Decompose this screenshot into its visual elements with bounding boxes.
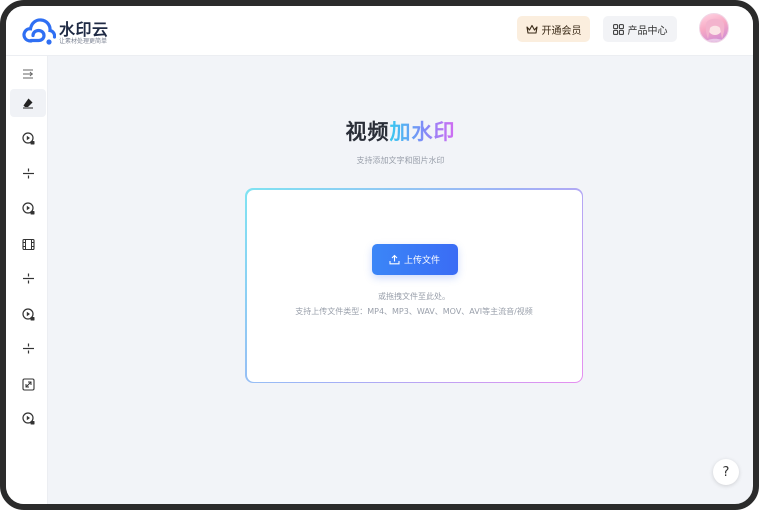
upload-icon (389, 254, 400, 264)
header-bar: 水印云 让素材处理更简单 开通会员 产品中心 (6, 6, 753, 56)
resize-icon (21, 377, 35, 391)
cloud-logo-icon (22, 18, 56, 45)
main-content: 视频加水印 支持添加文字和图片水印 上传文件 或拖拽文件至此处。 支持上传文件类… (48, 56, 753, 504)
upload-button-label: 上传文件 (403, 255, 440, 266)
play-ai-icon (21, 201, 34, 214)
help-icon: ? (722, 464, 730, 480)
grid-icon (612, 23, 624, 35)
vip-label: 开通会员 (541, 25, 582, 37)
crown-icon (525, 24, 538, 34)
avatar[interactable] (699, 13, 729, 43)
sidebar-item-video-ai-4[interactable] (10, 404, 46, 432)
play-ai-icon (21, 131, 34, 144)
sidebar-item-video-ai-1[interactable] (10, 124, 46, 152)
logo[interactable]: 水印云 让素材处理更简单 (22, 14, 132, 48)
page-title-part2: 加水印 (389, 120, 456, 144)
sidebar-item-split-1[interactable] (10, 159, 46, 187)
page-subtitle: 支持添加文字和图片水印 (356, 156, 445, 165)
menu-collapse-icon (23, 69, 33, 79)
app-window: 水印云 让素材处理更简单 开通会员 产品中心 视频加水印 支持添加文字和图片水印… (0, 0, 759, 510)
sidebar-item-resize[interactable] (10, 370, 46, 398)
page-title: 视频加水印 (48, 116, 753, 146)
brand-slogan: 让素材处理更简单 (59, 38, 108, 45)
sidebar-item-split-3[interactable] (10, 334, 46, 362)
film-icon (21, 238, 35, 250)
divide-icon (22, 273, 34, 283)
eraser-icon (23, 98, 33, 109)
sidebar-item-film[interactable] (10, 230, 46, 258)
product-label: 产品中心 (627, 25, 668, 37)
drag-hint: 或拖拽文件至此处。 (378, 291, 450, 301)
upload-dropzone-inner: 上传文件 或拖拽文件至此处。 支持上传文件类型：MP4、MP3、WAV、MOV、… (246, 189, 582, 382)
sidebar-item-eraser[interactable] (10, 89, 46, 117)
sidebar-item-video-ai-2[interactable] (10, 194, 46, 222)
divide-icon (22, 343, 34, 353)
upload-button[interactable]: 上传文件 (371, 243, 458, 275)
play-ai-icon (21, 307, 34, 320)
vip-button[interactable]: 开通会员 (517, 16, 590, 42)
avatar-image (705, 18, 725, 42)
help-button[interactable]: ? (713, 459, 739, 485)
divide-icon (22, 168, 34, 178)
sidebar-item-split-2[interactable] (10, 264, 46, 292)
upload-dropzone[interactable]: 上传文件 或拖拽文件至此处。 支持上传文件类型：MP4、MP3、WAV、MOV、… (245, 188, 583, 383)
tool-sidebar (6, 56, 48, 504)
play-ai-icon (21, 411, 34, 424)
sidebar-toggle[interactable] (10, 60, 46, 88)
page-title-part1: 视频 (345, 120, 390, 144)
supported-formats: 支持上传文件类型：MP4、MP3、WAV、MOV、AVI等主流音/视频 (295, 306, 533, 316)
sidebar-item-video-ai-3[interactable] (10, 300, 46, 328)
product-center-button[interactable]: 产品中心 (603, 16, 677, 42)
